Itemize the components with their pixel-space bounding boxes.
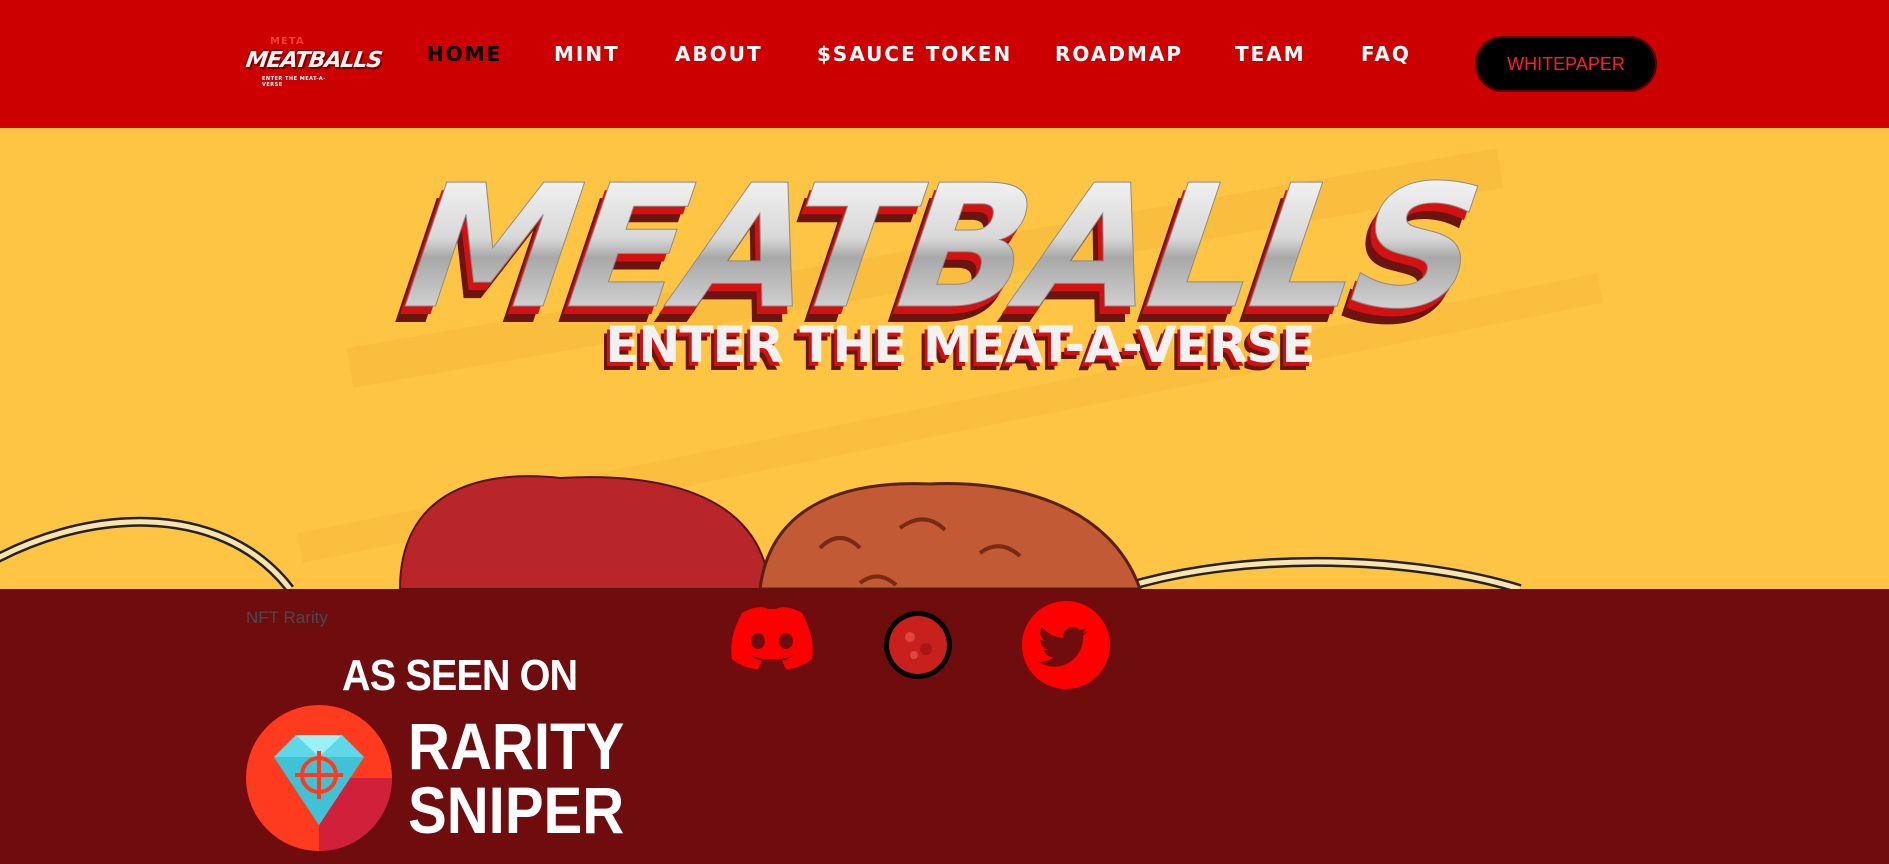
site-header: META MEATBALLS ENTER THE MEAT-A-VERSE HO… [0, 0, 1889, 128]
site-footer: NFT Rarity AS SEEN ON RARITY SNIPER [0, 589, 1889, 864]
rarity-sniper-line-1: RARITY [408, 709, 625, 783]
twitter-icon[interactable] [1022, 601, 1110, 689]
logo-line-1: META [270, 36, 305, 47]
whitepaper-button[interactable]: WHITEPAPER [1475, 36, 1657, 92]
discord-icon[interactable] [728, 603, 816, 671]
nft-rarity-link[interactable]: NFT Rarity [246, 608, 328, 628]
hero-artwork: MEATBALLS MEATBALLS MEATBALLS ENTER THE … [0, 148, 1603, 589]
hero-subtitle: ENTER THE MEAT-A-VERSE ENTER THE MEAT-A-… [599, 316, 1315, 382]
logo-line-2: MEATBALLS [244, 48, 384, 73]
nav-home[interactable]: HOME [427, 42, 502, 66]
rarity-sniper-line-2: SNIPER [408, 773, 625, 847]
svg-text:ENTER THE MEAT-A-VERSE: ENTER THE MEAT-A-VERSE [605, 316, 1314, 374]
as-seen-on-heading: AS SEEN ON [342, 651, 578, 700]
nav-about[interactable]: ABOUT [675, 42, 763, 66]
nav-sauce-token[interactable]: $SAUCE TOKEN [817, 42, 1012, 66]
nav-mint[interactable]: MINT [554, 42, 620, 66]
nav-team[interactable]: TEAM [1235, 42, 1306, 66]
rarity-sniper-logo[interactable] [246, 705, 392, 851]
logo-line-3: ENTER THE MEAT-A-VERSE [262, 76, 326, 88]
nav-faq[interactable]: FAQ [1361, 42, 1411, 66]
opensea-icon[interactable] [882, 609, 954, 681]
site-logo[interactable]: META MEATBALLS ENTER THE MEAT-A-VERSE [244, 36, 383, 88]
hero-banner: MEATBALLS MEATBALLS MEATBALLS ENTER THE … [0, 128, 1889, 589]
nav-roadmap[interactable]: ROADMAP [1055, 42, 1183, 66]
